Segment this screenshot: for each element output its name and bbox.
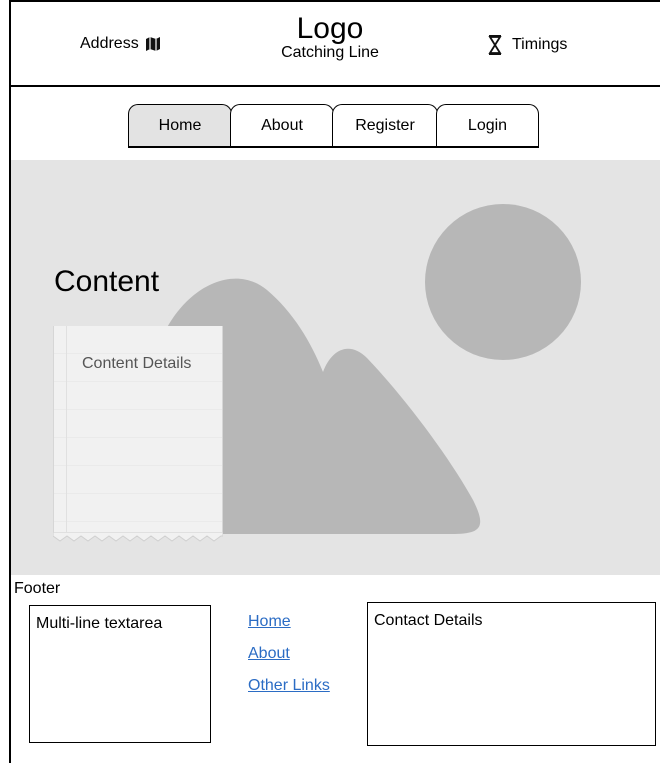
content-details-card: Content Details <box>53 326 223 542</box>
tab-label: About <box>261 116 303 134</box>
textarea-text: Multi-line textarea <box>36 615 163 632</box>
footer-link-home[interactable]: Home <box>248 612 330 632</box>
footer-links: Home About Other Links <box>248 612 330 708</box>
tab-home[interactable]: Home <box>128 104 232 146</box>
tab-about[interactable]: About <box>230 104 334 146</box>
sun-shape <box>425 204 581 360</box>
timings-label: Timings <box>512 36 568 53</box>
footer-link-other[interactable]: Other Links <box>248 676 330 696</box>
footer-link-about[interactable]: About <box>248 644 330 664</box>
map-icon <box>145 36 161 52</box>
address-label: Address <box>80 35 139 52</box>
note-margin-line <box>66 326 67 534</box>
header-address: Address <box>80 35 161 53</box>
content-details-text: Content Details <box>82 355 192 372</box>
contact-details-text: Contact Details <box>374 612 483 629</box>
content-heading: Content <box>54 265 160 298</box>
tabs-baseline <box>128 146 539 148</box>
page-frame: Address Logo Catching Line Timings Home … <box>0 0 660 763</box>
logo-title: Logo <box>296 12 364 45</box>
torn-edge <box>53 532 223 542</box>
hourglass-icon <box>488 35 502 55</box>
header-divider <box>9 85 660 87</box>
tab-login[interactable]: Login <box>436 104 539 146</box>
header-logo[interactable]: Logo Catching Line <box>230 14 430 62</box>
tab-label: Home <box>158 116 202 134</box>
tab-register[interactable]: Register <box>332 104 438 146</box>
footer-label: Footer <box>14 580 61 597</box>
tab-label: Login <box>467 116 508 134</box>
hero-section: Content Content Details <box>11 160 660 575</box>
tab-label: Register <box>355 116 415 134</box>
logo-subtitle: Catching Line <box>281 44 379 61</box>
contact-details-box: Contact Details <box>367 602 656 746</box>
frame-border-top <box>9 0 660 2</box>
multiline-textarea[interactable]: Multi-line textarea <box>29 605 211 743</box>
header-timings: Timings <box>488 35 567 55</box>
